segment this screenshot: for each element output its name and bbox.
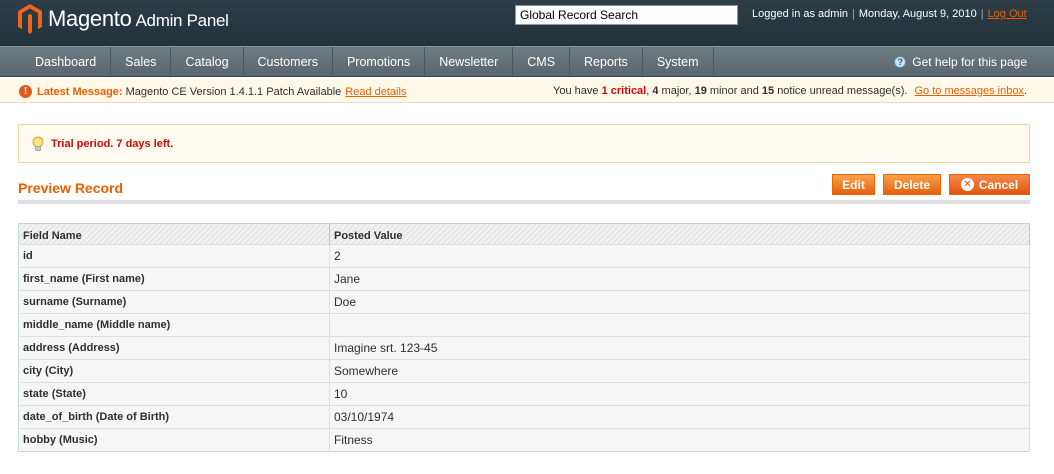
- field-name: surname (Surname): [18, 290, 330, 314]
- table-row: state (State) 10: [18, 382, 1030, 406]
- field-name: first_name (First name): [18, 267, 330, 291]
- nav-cms[interactable]: CMS: [513, 47, 571, 76]
- nav-catalog[interactable]: Catalog: [171, 47, 244, 76]
- help-icon: ?: [894, 56, 907, 68]
- field-value: Doe: [329, 290, 1030, 314]
- major-count: 4: [652, 85, 659, 97]
- nav-system[interactable]: System: [643, 47, 714, 76]
- delete-button[interactable]: Delete: [883, 174, 941, 195]
- nav-promotions[interactable]: Promotions: [333, 47, 426, 76]
- table-row: address (Address) Imagine srt. 123-45: [18, 336, 1030, 360]
- field-value: Fitness: [329, 428, 1030, 452]
- cancel-icon: ✕: [960, 178, 974, 191]
- table-row: city (City) Somewhere: [18, 359, 1030, 383]
- latest-message-text: Magento CE Version 1.4.1.1 Patch Availab…: [125, 85, 342, 98]
- cancel-button[interactable]: ✕ Cancel: [949, 174, 1030, 195]
- trial-message: Trial period. 7 days left.: [18, 124, 1030, 163]
- minor-count: 19: [694, 85, 707, 97]
- field-value: 10: [329, 382, 1030, 406]
- field-name: date_of_birth (Date of Birth): [18, 405, 330, 429]
- field-name: id: [18, 244, 330, 268]
- field-value: 2: [329, 244, 1030, 268]
- notification-bar: ! Latest Message: Magento CE Version 1.4…: [0, 79, 1054, 103]
- messages-inbox-link[interactable]: Go to messages inbox: [914, 85, 1023, 97]
- field-value: 03/10/1974: [329, 405, 1030, 429]
- column-header-value: Posted Value: [329, 223, 1030, 245]
- record-table: Field Name Posted Value id 2 first_name …: [18, 223, 1030, 452]
- table-row: id 2: [18, 244, 1030, 268]
- table-row: surname (Surname) Doe: [18, 290, 1030, 314]
- help-link[interactable]: ? Get help for this page: [894, 55, 1027, 69]
- magento-logo[interactable]: Magento Admin Panel: [18, 4, 229, 34]
- nav-dashboard[interactable]: Dashboard: [21, 47, 112, 76]
- title-divider: [18, 200, 1030, 204]
- user-info: Logged in as admin | Monday, August 9, 201…: [752, 8, 1027, 20]
- field-name: middle_name (Middle name): [18, 313, 330, 337]
- form-buttons: Edit Delete ✕ Cancel: [832, 174, 1030, 195]
- main-nav: Dashboard Sales Catalog Customers Promot…: [0, 46, 1054, 77]
- field-value: Imagine srt. 123-45: [329, 336, 1030, 360]
- table-row: first_name (First name) Jane: [18, 267, 1030, 291]
- field-name: state (State): [18, 382, 330, 406]
- field-name: hobby (Music): [18, 428, 330, 452]
- read-details-link[interactable]: Read details: [345, 86, 406, 98]
- field-value: [329, 313, 1030, 337]
- logo-main-text: Magento: [48, 6, 132, 31]
- nav-sales[interactable]: Sales: [111, 47, 172, 76]
- magento-logo-icon: [18, 4, 42, 34]
- global-search-input[interactable]: [515, 5, 738, 25]
- nav-customers[interactable]: Customers: [244, 47, 333, 76]
- cancel-label: Cancel: [978, 177, 1019, 192]
- critical-count: 1 critical: [601, 85, 647, 97]
- table-row: date_of_birth (Date of Birth) 03/10/1974: [18, 405, 1030, 429]
- field-value: Jane: [329, 267, 1030, 291]
- warning-icon: !: [19, 85, 32, 98]
- lightbulb-icon: [32, 136, 44, 151]
- nav-reports[interactable]: Reports: [570, 47, 643, 76]
- current-date: Monday, August 9, 2010: [858, 8, 977, 20]
- field-value: Somewhere: [329, 359, 1030, 383]
- latest-message-label: Latest Message:: [37, 85, 123, 98]
- field-name: city (City): [18, 359, 330, 383]
- edit-button[interactable]: Edit: [832, 174, 875, 195]
- logged-in-text: Logged in as admin: [752, 8, 849, 20]
- help-label: Get help for this page: [912, 55, 1027, 69]
- table-header-row: Field Name Posted Value: [18, 223, 1030, 245]
- field-name: address (Address): [18, 336, 330, 360]
- trial-text: Trial period. 7 days left.: [51, 137, 174, 150]
- page-title: Preview Record: [18, 180, 124, 196]
- messages-summary: You have 1 critical, 4 major, 19 minor a…: [553, 85, 1027, 97]
- table-row: hobby (Music) Fitness: [18, 428, 1030, 452]
- admin-header: MagentoAdmin Panel Logged in as admin|Mo…: [0, 0, 1054, 46]
- logout-link[interactable]: Log Out: [988, 8, 1027, 20]
- notice-count: 15: [761, 85, 775, 97]
- logo-sub-text: Admin Panel: [135, 11, 229, 30]
- table-row: middle_name (Middle name): [18, 313, 1030, 337]
- nav-newsletter[interactable]: Newsletter: [425, 47, 514, 76]
- column-header-field: Field Name: [18, 223, 330, 245]
